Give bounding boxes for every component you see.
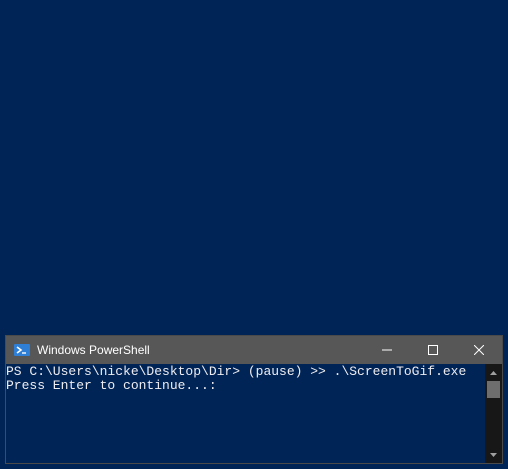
scroll-thumb[interactable] <box>487 381 500 398</box>
window-title: Windows PowerShell <box>37 343 150 357</box>
maximize-button[interactable] <box>410 336 456 364</box>
scroll-down-button[interactable] <box>485 446 502 463</box>
close-icon <box>474 345 484 355</box>
minimize-button[interactable] <box>364 336 410 364</box>
powershell-window[interactable]: Windows PowerShell PS C:\Users\nicke\Des… <box>5 335 503 464</box>
chevron-down-icon <box>490 452 497 457</box>
maximize-icon <box>428 345 438 355</box>
powershell-icon[interactable] <box>14 344 30 356</box>
chevron-up-icon <box>490 370 497 375</box>
minimize-icon <box>382 349 392 351</box>
console-output[interactable]: PS C:\Users\nicke\Desktop\Dir> (pause) >… <box>6 364 486 463</box>
console-line: Press Enter to continue...: <box>6 378 217 393</box>
desktop-background: Windows PowerShell PS C:\Users\nicke\Des… <box>0 0 508 469</box>
close-button[interactable] <box>456 336 502 364</box>
scroll-up-button[interactable] <box>485 364 502 381</box>
console-line: PS C:\Users\nicke\Desktop\Dir> (pause) >… <box>6 364 467 379</box>
title-bar[interactable]: Windows PowerShell <box>6 336 502 364</box>
vertical-scrollbar[interactable] <box>485 364 502 463</box>
